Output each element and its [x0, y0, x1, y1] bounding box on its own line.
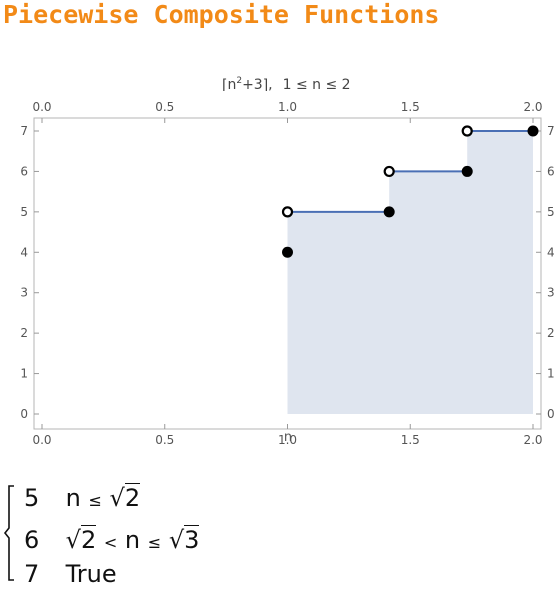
y-tick-label-right: 3 — [547, 286, 555, 300]
x-tick-label: 1.5 — [401, 433, 420, 447]
x-axis-label: n — [284, 430, 292, 445]
filled-point — [527, 125, 539, 137]
y-tick-label-right: 1 — [547, 367, 555, 381]
filled-point — [461, 165, 473, 177]
x-tick-label-top: 2.0 — [523, 100, 542, 114]
y-tick-label-right: 5 — [547, 205, 555, 219]
y-tick-label: 5 — [20, 205, 28, 219]
x-tick-label: 0.5 — [155, 433, 174, 447]
filled-point — [383, 206, 395, 218]
y-tick-label: 7 — [20, 124, 28, 138]
open-point — [281, 206, 294, 218]
y-tick-label: 2 — [20, 326, 28, 340]
y-tick-label: 1 — [20, 367, 28, 381]
piecewise-row: 5 n ≤ √2 — [24, 483, 141, 512]
y-tick-label-right: 0 — [547, 407, 555, 421]
y-tick-label: 3 — [20, 286, 28, 300]
y-tick-label: 0 — [20, 407, 28, 421]
x-tick-label: 0.0 — [32, 433, 51, 447]
piecewise-row: 6 √2 < n ≤ √3 — [24, 525, 200, 554]
plot-title: ⌈n2+3⌉, 1 ≤ n ≤ 2 — [222, 76, 351, 93]
area-fill — [287, 131, 533, 414]
x-tick-label: 2.0 — [523, 433, 542, 447]
piecewise-result: 5 n ≤ √2 6 √2 < n ≤ √3 7 True — [0, 478, 260, 590]
step-plot: ⌈n2+3⌉, 1 ≤ n ≤ 2 0.00.00.50.51.01.01.51.… — [20, 76, 555, 447]
open-point — [461, 125, 473, 137]
x-tick-label-top: 0.0 — [32, 100, 51, 114]
y-tick-label: 6 — [20, 164, 28, 178]
open-point — [383, 165, 395, 178]
piecewise-brace — [3, 485, 14, 581]
x-tick-label-top: 0.5 — [155, 100, 174, 114]
y-tick-label-right: 7 — [547, 124, 555, 138]
y-tick-label-right: 4 — [547, 245, 555, 259]
y-tick-label-right: 2 — [547, 326, 555, 340]
y-tick-label-right: 6 — [547, 164, 555, 178]
x-tick-label-top: 1.5 — [401, 100, 420, 114]
piecewise-row: 7 True — [24, 560, 117, 588]
y-tick-label: 4 — [20, 245, 28, 259]
x-tick-label-top: 1.0 — [278, 100, 297, 114]
filled-point — [282, 246, 293, 258]
